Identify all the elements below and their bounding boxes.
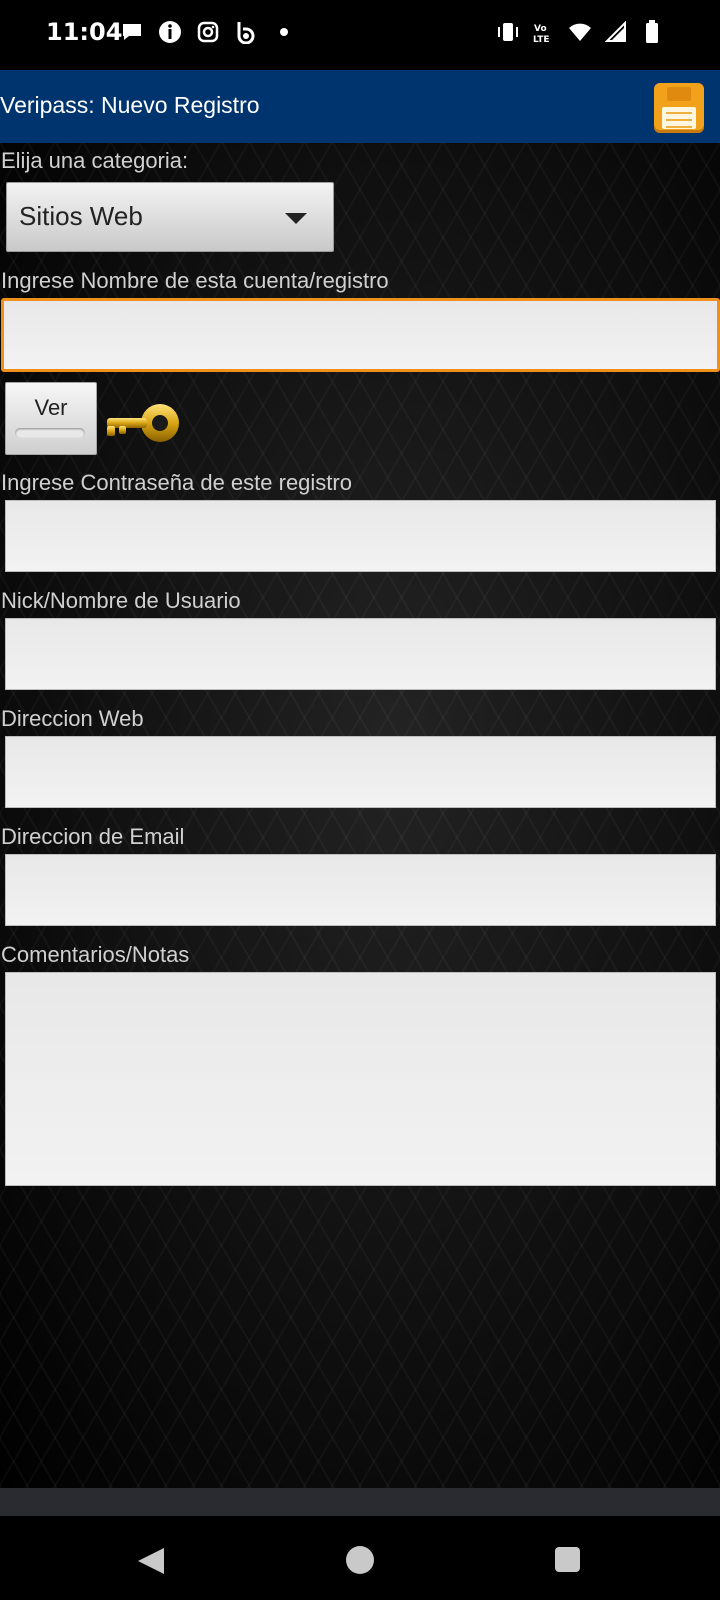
bottom-strip (0, 1488, 720, 1516)
password-label: Ingrese Contraseña de este registro (1, 470, 352, 495)
account-name-label: Ingrese Nombre de esta cuenta/registro (1, 268, 389, 293)
recent-apps-icon[interactable] (555, 1547, 580, 1572)
show-password-toggle-button[interactable]: Ver (5, 382, 97, 455)
floppy-label (662, 107, 696, 129)
toggle-indicator (15, 428, 85, 438)
email-input[interactable] (5, 854, 716, 926)
svg-text:LTE: LTE (533, 35, 550, 44)
chat-bubble-icon (120, 20, 144, 44)
page-title: Veripass: Nuevo Registro (0, 92, 260, 118)
notification-icons (120, 20, 296, 44)
status-time: 11:04 (46, 18, 123, 46)
battery-icon (640, 20, 664, 44)
home-icon[interactable] (346, 1546, 374, 1574)
system-icons: Vo LTE (496, 20, 664, 44)
email-label: Direccion de Email (1, 824, 185, 849)
svg-text:Vo: Vo (534, 24, 547, 34)
notes-label: Comentarios/Notas (1, 942, 190, 967)
web-address-input[interactable] (5, 736, 716, 808)
signal-icon (604, 20, 628, 44)
app-title-bar: Veripass: Nuevo Registro (0, 70, 720, 143)
floppy-shutter (667, 87, 691, 101)
category-dropdown[interactable]: Sitios Web (6, 182, 334, 252)
back-icon[interactable] (138, 1548, 164, 1574)
info-icon (158, 20, 182, 44)
account-name-input[interactable] (1, 298, 720, 372)
dropdown-arrow-icon (285, 213, 307, 224)
system-nav-bar (0, 1516, 720, 1600)
instagram-icon (196, 20, 220, 44)
status-bar: 11:04 Vo LTE (0, 0, 720, 70)
vibrate-icon (496, 20, 520, 44)
dot-icon (272, 20, 296, 44)
key-icon (107, 404, 179, 442)
category-label: Elija una categoria: (1, 148, 189, 173)
save-floppy-icon[interactable] (654, 83, 704, 133)
volte-icon: Vo LTE (532, 20, 556, 44)
wifi-icon (568, 20, 592, 44)
notes-textarea[interactable] (5, 972, 716, 1186)
beats-icon (234, 20, 258, 44)
web-address-label: Direccion Web (1, 706, 144, 731)
username-input[interactable] (5, 618, 716, 690)
show-password-label: Ver (34, 395, 68, 420)
password-input[interactable] (5, 500, 716, 572)
category-selected-value: Sitios Web (19, 201, 143, 231)
username-label: Nick/Nombre de Usuario (1, 588, 241, 613)
